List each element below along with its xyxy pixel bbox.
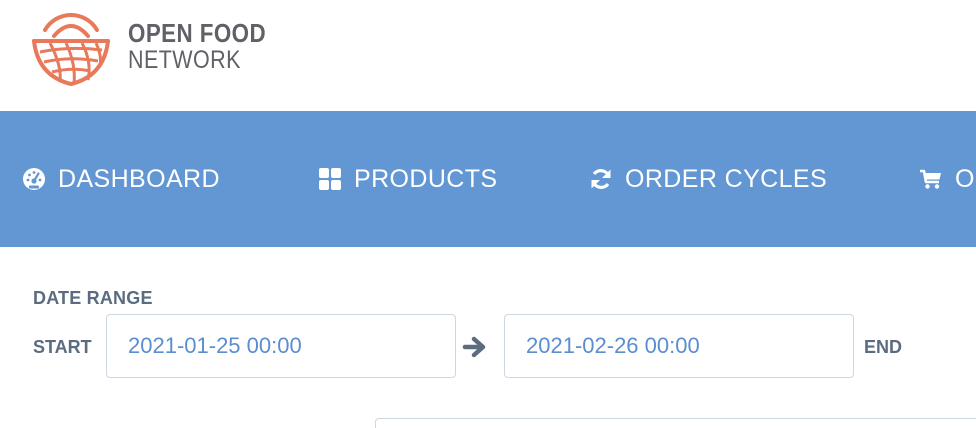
- brand-name-line1: OPEN FOOD: [128, 18, 267, 48]
- brand-name: OPEN FOOD NETWORK: [128, 20, 289, 73]
- start-date-input[interactable]: [106, 314, 456, 378]
- nav-item-products[interactable]: PRODUCTS: [318, 111, 497, 247]
- tachometer-icon: [22, 167, 46, 191]
- nav-item-dashboard[interactable]: DASHBOARD: [22, 111, 220, 247]
- page: OPEN FOOD NETWORK DASHBOARD PRODUCTS ORD…: [0, 0, 976, 428]
- brand-name-line2: NETWORK: [128, 46, 241, 74]
- arrow-right-icon: [462, 334, 488, 360]
- end-label: END: [864, 337, 903, 357]
- nav-item-label: O: [955, 164, 975, 193]
- filter-select[interactable]: [375, 418, 976, 428]
- nav-item-label: DASHBOARD: [58, 164, 220, 193]
- logo-icon[interactable]: [30, 6, 112, 88]
- nav-item-label: ORDER CYCLES: [625, 164, 828, 193]
- end-date-input[interactable]: [504, 314, 854, 378]
- main-nav: DASHBOARD PRODUCTS ORDER CYCLES O: [0, 111, 976, 247]
- grid-icon: [318, 167, 342, 191]
- refresh-icon: [589, 167, 613, 191]
- start-label: START: [33, 337, 92, 357]
- nav-item-label: PRODUCTS: [354, 164, 498, 193]
- cart-icon: [919, 167, 943, 191]
- nav-item-order-cycles[interactable]: ORDER CYCLES: [589, 111, 827, 247]
- date-range-label: DATE RANGE: [33, 288, 153, 308]
- nav-item-orders[interactable]: O: [919, 111, 975, 247]
